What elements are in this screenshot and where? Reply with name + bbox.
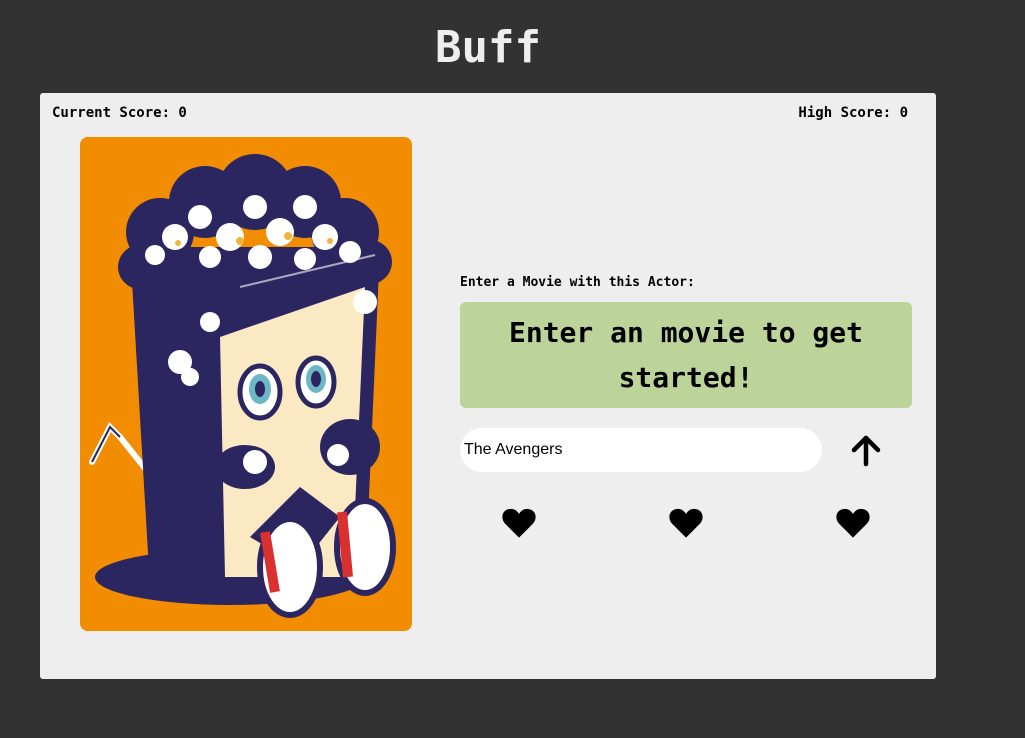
popcorn-mascot-illustration [80,137,412,631]
heart-icon [669,508,703,538]
lives-row [460,505,912,545]
status-message-box: Enter an movie to get started! [460,302,912,408]
game-card: Current Score: 0 High Score: 0 Enter a M… [40,93,936,679]
heart-icon [502,508,536,538]
actor-poster-image [80,137,412,631]
high-score: High Score: 0 [798,105,908,121]
prompt-label: Enter a Movie with this Actor: [460,275,695,290]
arrow-up-icon [851,435,881,467]
current-score: Current Score: 0 [52,105,187,121]
submit-button[interactable] [845,431,887,471]
status-message: Enter an movie to get started! [508,316,863,394]
movie-input[interactable] [460,428,822,472]
heart-icon [836,508,870,538]
app-title: Buff [435,22,541,73]
